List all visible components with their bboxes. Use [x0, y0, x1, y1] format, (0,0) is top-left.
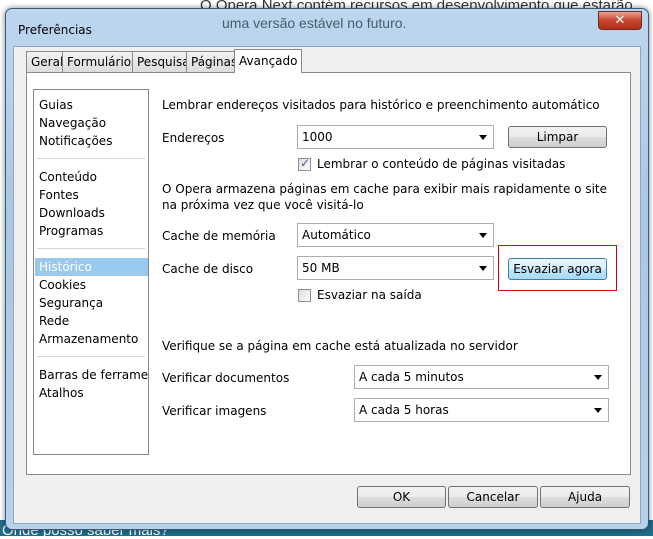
sidebar-item-seguranca[interactable]: Segurança	[35, 294, 148, 312]
history-heading: Lembrar endereços visitados para históri…	[162, 98, 600, 112]
verify-heading: Verifique se a página em cache está atua…	[162, 339, 518, 353]
verify-images-label: Verificar imagens	[162, 404, 267, 418]
verify-docs-label: Verificar documentos	[162, 371, 290, 385]
chevron-down-icon	[479, 266, 487, 271]
tab-avancado[interactable]: Avançado	[234, 49, 303, 73]
sidebar-item-rede[interactable]: Rede	[35, 312, 148, 330]
memory-cache-value: Automático	[302, 228, 371, 242]
sidebar-item-guias[interactable]: Guias	[35, 96, 148, 114]
cache-text-1: O Opera armazena páginas em cache para e…	[162, 182, 608, 196]
ok-button[interactable]: OK	[357, 486, 446, 508]
help-button[interactable]: Ajuda	[540, 486, 630, 508]
verify-docs-value: A cada 5 minutos	[359, 370, 464, 384]
empty-on-exit-label[interactable]: Esvaziar na saída	[317, 288, 422, 302]
close-icon: ✕	[614, 13, 626, 28]
chevron-down-icon	[594, 375, 602, 380]
remember-content-checkbox[interactable]	[298, 156, 311, 171]
window-title: Preferências	[18, 23, 92, 37]
verify-images-select[interactable]: A cada 5 horas	[354, 398, 609, 422]
tab-formularios[interactable]: Formulários	[62, 51, 143, 72]
sidebar-item-armazenamento[interactable]: Armazenamento	[35, 330, 148, 348]
clear-button[interactable]: Limpar	[508, 126, 607, 148]
chevron-down-icon	[479, 233, 487, 238]
empty-now-button[interactable]: Esvaziar agora	[508, 258, 607, 280]
verify-docs-select[interactable]: A cada 5 minutos	[354, 365, 609, 389]
divider	[37, 248, 145, 249]
sidebar-item-notificacoes[interactable]: Notificações	[35, 132, 148, 150]
divider	[37, 356, 145, 357]
sidebar-item-downloads[interactable]: Downloads	[35, 204, 148, 222]
chevron-down-icon	[479, 135, 487, 140]
empty-on-exit-checkbox[interactable]	[298, 289, 311, 302]
sidebar-item-atalhos[interactable]: Atalhos	[35, 384, 148, 402]
addresses-value: 1000	[302, 130, 333, 144]
sidebar-item-programas[interactable]: Programas	[35, 222, 148, 240]
addresses-label: Endereços	[162, 131, 225, 145]
remember-content-label[interactable]: Lembrar o conteúdo de páginas visitadas	[317, 157, 565, 171]
sidebar-item-barras[interactable]: Barras de ferramen...	[35, 366, 148, 384]
memory-cache-label: Cache de memória	[162, 229, 276, 243]
sidebar-item-cookies[interactable]: Cookies	[35, 276, 148, 294]
chevron-down-icon	[594, 408, 602, 413]
background-text-2: uma versão estável no futuro.	[222, 15, 407, 31]
divider	[37, 158, 145, 159]
sidebar-item-fontes[interactable]: Fontes	[35, 186, 148, 204]
sidebar-item-navegacao[interactable]: Navegação	[35, 114, 148, 132]
cache-text-2: na próxima vez que você visitá-lo	[162, 198, 364, 212]
cancel-button[interactable]: Cancelar	[448, 486, 538, 508]
sidebar-item-conteudo[interactable]: Conteúdo	[35, 168, 148, 186]
verify-images-value: A cada 5 horas	[359, 403, 449, 417]
disk-cache-label: Cache de disco	[162, 262, 254, 276]
disk-cache-value: 50 MB	[302, 261, 340, 275]
close-button[interactable]: ✕	[598, 11, 642, 30]
sidebar-list[interactable]: Guias Navegação Notificações Conteúdo Fo…	[33, 89, 149, 455]
disk-cache-select[interactable]: 50 MB	[297, 256, 494, 280]
memory-cache-select[interactable]: Automático	[297, 223, 494, 247]
sidebar-item-historico[interactable]: Histórico	[35, 258, 148, 276]
addresses-select[interactable]: 1000	[297, 125, 494, 149]
